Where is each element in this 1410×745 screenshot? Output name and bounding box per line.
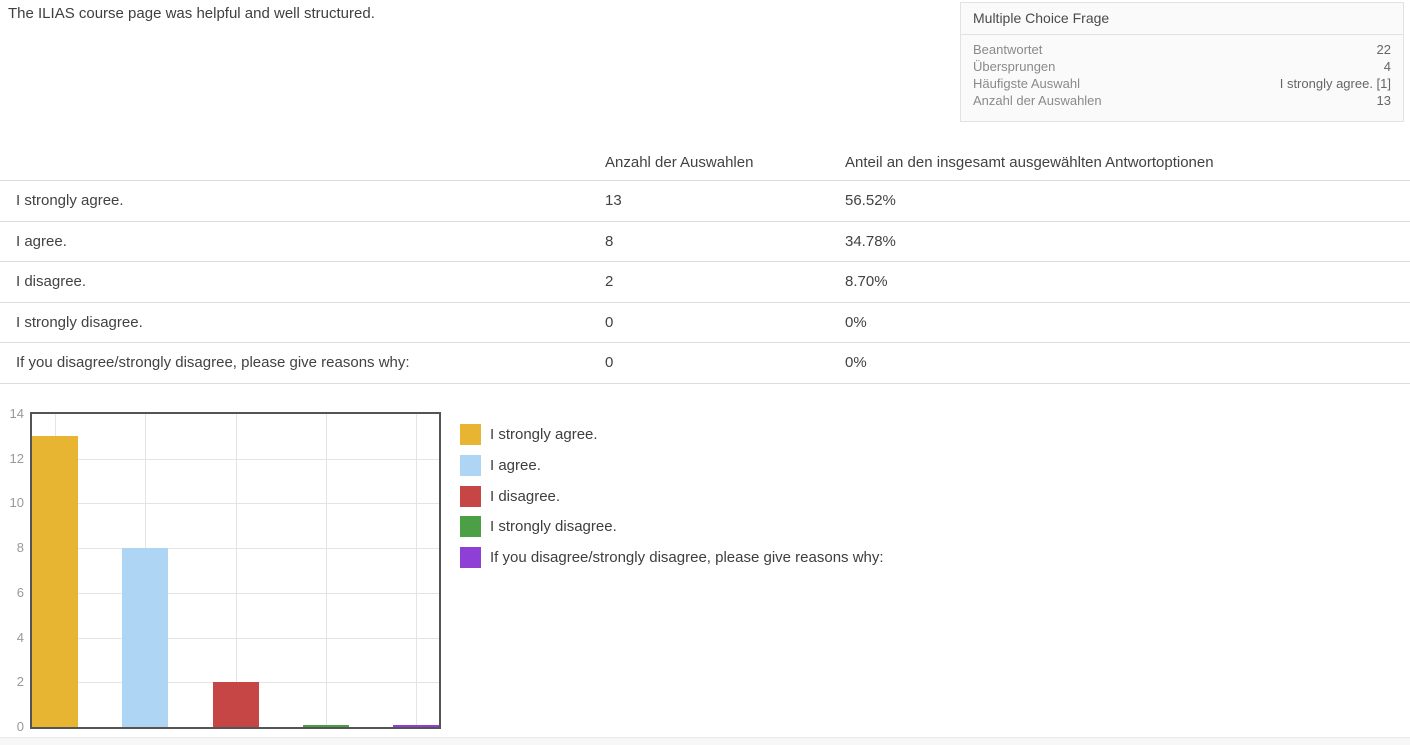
legend-swatch-icon (460, 547, 481, 568)
y-axis-tick-label: 8 (0, 540, 24, 556)
cell-count: 2 (605, 273, 845, 290)
chart-bar (32, 436, 78, 727)
table-row: I agree.834.78% (0, 222, 1410, 263)
chart-bar (303, 725, 349, 728)
legend-label: I strongly disagree. (490, 518, 617, 535)
table-row: If you disagree/strongly disagree, pleas… (0, 343, 1410, 384)
stats-row: Anzahl der Auswahlen 13 (961, 92, 1403, 109)
stat-value: 4 (1384, 58, 1391, 75)
legend-item: I agree. (460, 455, 884, 476)
vertical-gridline (326, 414, 327, 727)
table-row: I strongly agree.1356.52% (0, 181, 1410, 222)
question-title: The ILIAS course page was helpful and we… (8, 5, 375, 22)
legend-label: I disagree. (490, 488, 560, 505)
legend-label: I strongly agree. (490, 426, 598, 443)
question-stats-list: Beantwortet22Übersprungen4Häufigste Ausw… (961, 41, 1403, 109)
column-header-percent: Anteil an den insgesamt ausgewählten Ant… (845, 154, 1410, 171)
stats-row: Übersprungen 4 (961, 58, 1403, 75)
answers-table: Anzahl der Auswahlen Anteil an den insge… (0, 145, 1410, 384)
y-axis-tick-label: 6 (0, 585, 24, 601)
chart-legend: I strongly agree. I agree. I disagree. I st… (460, 424, 884, 578)
cell-answer: If you disagree/strongly disagree, pleas… (0, 354, 605, 371)
stat-label: Häufigste Auswahl (973, 75, 1080, 92)
legend-swatch-icon (460, 424, 481, 445)
y-axis-tick-label: 0 (0, 719, 24, 735)
cell-answer: I agree. (0, 233, 605, 250)
chart-bar (393, 725, 439, 728)
table-body: I strongly agree.1356.52%I agree.834.78%… (0, 181, 1410, 384)
vertical-gridline (416, 414, 417, 727)
question-stats-panel: Multiple Choice Frage Beantwortet22Übers… (960, 2, 1404, 122)
legend-swatch-icon (460, 516, 481, 537)
cell-percent: 0% (845, 354, 1410, 371)
legend-swatch-icon (460, 455, 481, 476)
y-axis-tick-label: 14 (0, 406, 24, 422)
legend-label: I agree. (490, 457, 541, 474)
legend-swatch-icon (460, 486, 481, 507)
cell-count: 0 (605, 354, 845, 371)
stat-value: 13 (1377, 92, 1391, 109)
legend-item: I disagree. (460, 486, 884, 507)
cell-count: 8 (605, 233, 845, 250)
stat-label: Beantwortet (973, 41, 1042, 58)
legend-item: If you disagree/strongly disagree, pleas… (460, 547, 884, 568)
stat-label: Anzahl der Auswahlen (973, 92, 1102, 109)
cell-count: 13 (605, 192, 845, 209)
legend-label: If you disagree/strongly disagree, pleas… (490, 549, 884, 566)
table-header-row: Anzahl der Auswahlen Anteil an den insge… (0, 145, 1410, 181)
vertical-gridline (236, 414, 237, 727)
chart-plot-area (30, 412, 441, 729)
stats-row: Häufigste Auswahl I strongly agree. [1] (961, 75, 1403, 92)
bar-chart: 0 2 4 6 8 10 12 14 I strongly agree. I agree. I d… (0, 405, 1410, 738)
y-axis-tick-label: 10 (0, 495, 24, 511)
y-axis-tick-label: 12 (0, 451, 24, 467)
cell-answer: I strongly disagree. (0, 314, 605, 331)
chart-bar (213, 682, 259, 727)
table-row: I disagree.28.70% (0, 262, 1410, 303)
cell-percent: 8.70% (845, 273, 1410, 290)
stat-value: 22 (1377, 41, 1391, 58)
legend-item: I strongly agree. (460, 424, 884, 445)
y-axis-tick-label: 4 (0, 630, 24, 646)
chart-bar (122, 548, 168, 727)
legend-item: I strongly disagree. (460, 516, 884, 537)
cell-percent: 0% (845, 314, 1410, 331)
stat-label: Übersprungen (973, 58, 1055, 75)
cell-count: 0 (605, 314, 845, 331)
stat-value: I strongly agree. [1] (1280, 75, 1391, 92)
y-axis-tick-label: 2 (0, 674, 24, 690)
cell-percent: 56.52% (845, 192, 1410, 209)
stats-row: Beantwortet 22 (961, 41, 1403, 58)
table-row: I strongly disagree.00% (0, 303, 1410, 344)
question-type-label: Multiple Choice Frage (961, 3, 1403, 35)
cell-answer: I strongly agree. (0, 192, 605, 209)
cell-answer: I disagree. (0, 273, 605, 290)
section-divider (0, 737, 1410, 745)
cell-percent: 34.78% (845, 233, 1410, 250)
column-header-count: Anzahl der Auswahlen (605, 154, 845, 171)
